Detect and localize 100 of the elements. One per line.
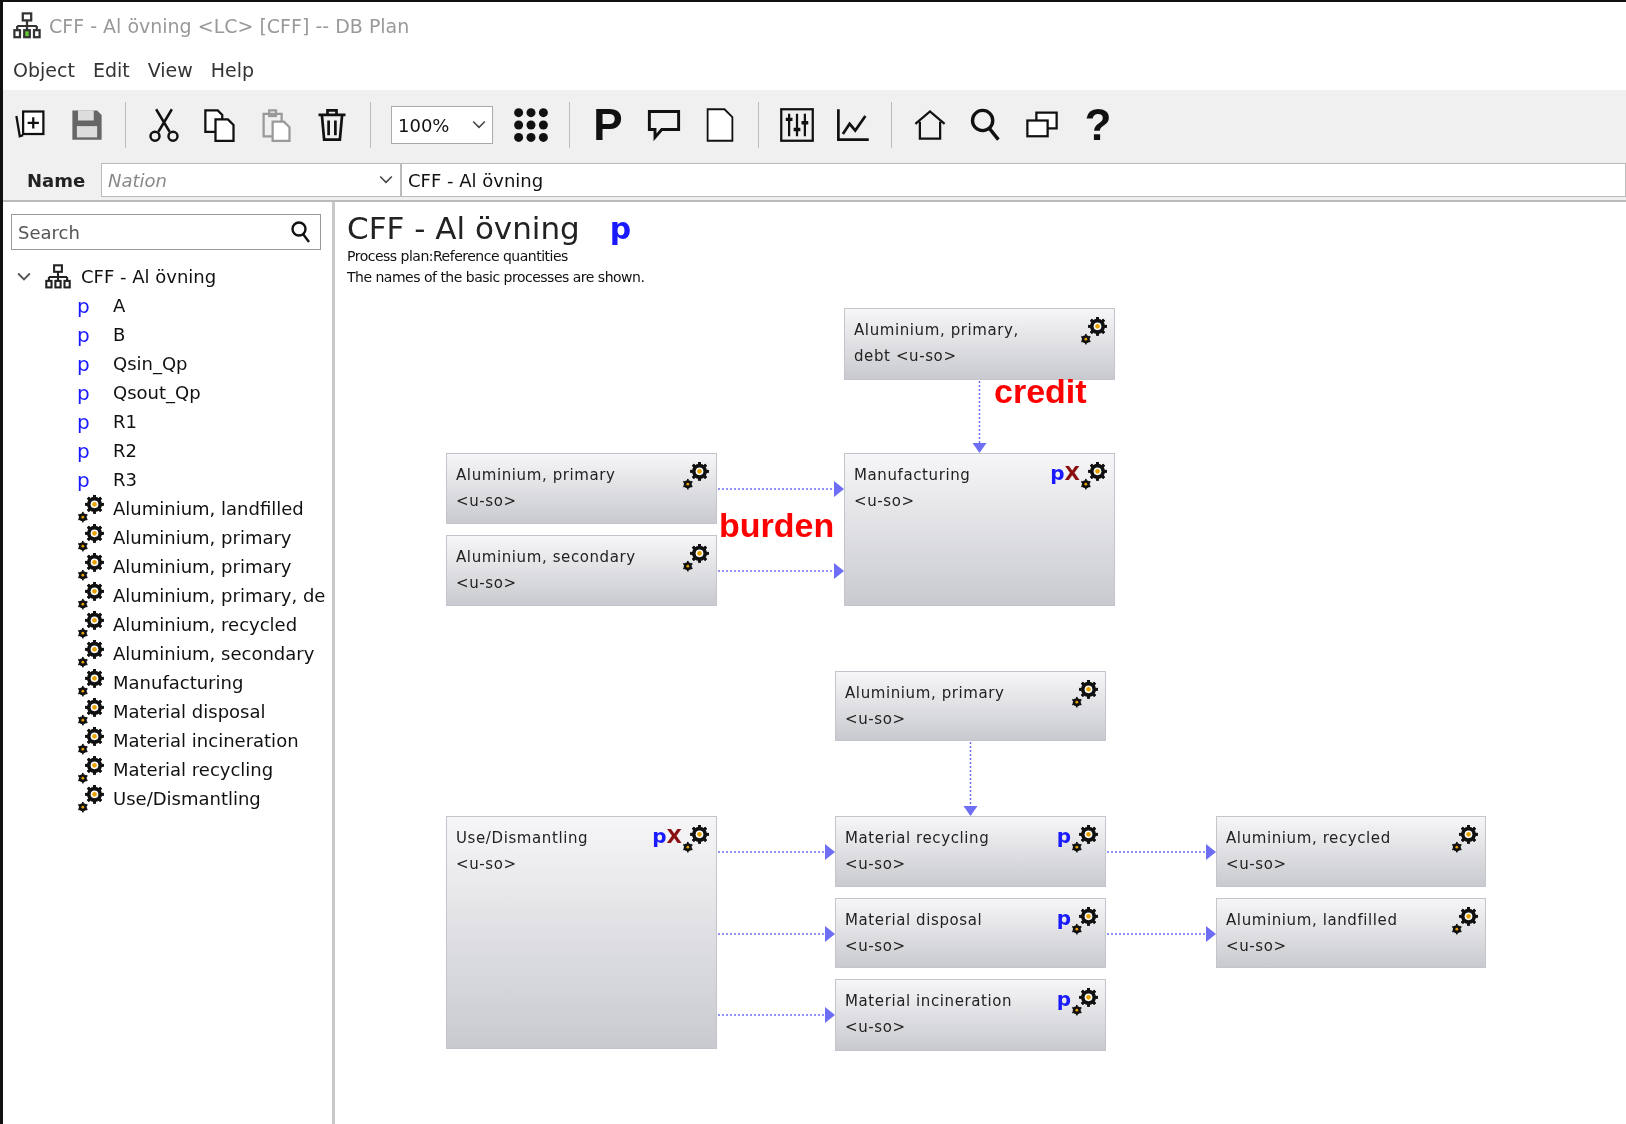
tree-item[interactable]: Material incineration — [113, 730, 299, 751]
gears-icon — [682, 825, 710, 853]
node-marker: p — [652, 825, 667, 847]
plan-description: Process plan:Reference quantities — [347, 247, 569, 266]
process-node[interactable]: Material incineration <u-so> p — [835, 979, 1106, 1051]
gears-icon — [1071, 680, 1099, 708]
hierarchy-icon — [45, 263, 71, 290]
search-icon[interactable] — [289, 220, 313, 244]
comment-icon[interactable] — [646, 107, 682, 143]
tree-item[interactable]: Aluminium, secondary — [113, 643, 315, 664]
gears-icon — [682, 544, 710, 572]
tree-item[interactable]: Aluminium, primary — [113, 527, 292, 548]
tree-item[interactable]: R2 — [113, 440, 137, 461]
node-text-line: Use/Dismantling — [456, 828, 589, 849]
node-text-line: <u-so> — [845, 936, 907, 957]
tree-item[interactable]: Aluminium, primary, de — [113, 585, 326, 606]
gears-icon — [77, 755, 105, 784]
gears-icon — [77, 494, 105, 523]
scissors-icon[interactable] — [146, 107, 182, 143]
process-node[interactable]: Aluminium, primary, debt <u-so> — [844, 308, 1115, 380]
menu-item[interactable]: Help — [208, 57, 267, 83]
menu-item[interactable]: Edit — [90, 57, 142, 83]
caret-icon[interactable] — [379, 175, 393, 185]
node-text-line: <u-so> — [845, 709, 907, 730]
node-text-line: Material recycling — [845, 828, 990, 849]
parameter-marker: p — [77, 322, 91, 347]
tree-item[interactable]: B — [113, 324, 126, 345]
node-text-line: Aluminium, primary — [845, 683, 1005, 704]
process-node[interactable]: Material disposal <u-so> p — [835, 898, 1106, 968]
parameter-marker: p — [77, 380, 91, 405]
node-marker: p — [1056, 825, 1071, 847]
hierarchy-icon — [13, 12, 41, 40]
menu-item[interactable]: View — [145, 57, 205, 83]
parameter-marker: p — [609, 211, 632, 246]
parameter-marker: p — [77, 293, 91, 318]
node-marker: X — [666, 825, 682, 847]
gears-icon — [1451, 907, 1479, 935]
caret-icon — [472, 120, 486, 130]
node-text-line: <u-so> — [456, 854, 518, 875]
tree-item[interactable]: Qsin_Qp — [113, 353, 188, 374]
gears-icon — [1071, 825, 1099, 853]
tree-item[interactable]: R3 — [113, 469, 137, 490]
process-node[interactable]: Material recycling <u-so> p — [835, 816, 1106, 887]
node-marker: p — [1050, 462, 1065, 484]
search-field[interactable]: Search — [11, 214, 321, 250]
node-text-line: Aluminium, secondary — [456, 547, 636, 568]
gears-icon — [77, 581, 105, 610]
process-node[interactable]: Aluminium, recycled <u-so> — [1216, 816, 1486, 887]
toolbar-button[interactable]: P — [590, 103, 626, 147]
copy-icon[interactable] — [202, 107, 238, 143]
parameter-marker: p — [77, 467, 91, 492]
tree-item[interactable]: Manufacturing — [113, 672, 244, 693]
tree-item[interactable]: Use/Dismantling — [113, 788, 261, 809]
tree-item[interactable]: R1 — [113, 411, 137, 432]
tree-item[interactable]: Aluminium, landfilled — [113, 498, 304, 519]
parameter-marker: p — [77, 351, 91, 376]
home-icon[interactable] — [912, 107, 948, 143]
node-text-line: Aluminium, landfilled — [1226, 910, 1398, 931]
node-text-line: <u-so> — [1226, 854, 1288, 875]
node-marker: X — [1064, 462, 1080, 484]
process-node[interactable]: Aluminium, landfilled <u-so> — [1216, 898, 1486, 968]
node-text-line: <u-so> — [456, 491, 518, 512]
toolbar-button[interactable]: ? — [1080, 103, 1116, 147]
process-node[interactable]: Manufacturing <u-so> pX — [844, 453, 1115, 606]
process-node[interactable]: Aluminium, secondary <u-so> — [446, 535, 717, 606]
name-field[interactable]: CFF - Al övning — [401, 163, 1626, 197]
tree-item[interactable]: CFF - Al övning — [81, 266, 217, 287]
gears-icon — [1071, 907, 1099, 935]
node-text-line: <u-so> — [845, 1017, 907, 1038]
gears-icon — [682, 462, 710, 490]
tree-item[interactable]: A — [113, 295, 126, 316]
node-text-line: Manufacturing — [854, 465, 971, 486]
window-title: CFF - Al övning <LC> [CFF] -- DB Plan — [49, 15, 410, 37]
node-text-line: Aluminium, primary, — [854, 320, 1019, 341]
tree-item[interactable]: Qsout_Qp — [113, 382, 201, 403]
gears-icon — [77, 726, 105, 755]
annotation-label: burden — [719, 508, 835, 542]
node-text-line: Aluminium, primary — [456, 465, 616, 486]
process-node[interactable]: Aluminium, primary <u-so> — [446, 453, 717, 524]
tree-item[interactable]: Material disposal — [113, 701, 266, 722]
save-icon[interactable] — [69, 107, 105, 143]
zoom-dropdown[interactable]: 100% — [391, 106, 493, 144]
node-marker: p — [1056, 988, 1071, 1010]
node-marker: p — [1056, 907, 1071, 929]
tree-item[interactable]: Material recycling — [113, 759, 274, 780]
dot-grid-icon[interactable] — [513, 107, 549, 143]
parameter-marker: p — [77, 409, 91, 434]
tree-item[interactable]: Aluminium, primary — [113, 556, 292, 577]
gears-icon — [1080, 462, 1108, 490]
type-dropdown[interactable]: Nation — [101, 163, 401, 197]
node-text-line: Material disposal — [845, 910, 983, 931]
process-node[interactable]: Aluminium, primary <u-so> — [835, 671, 1106, 741]
line-chart-icon[interactable] — [835, 107, 871, 143]
sliders-icon[interactable] — [779, 107, 815, 143]
process-node[interactable]: Use/Dismantling <u-so> pX — [446, 816, 717, 1049]
node-text-line: Material incineration — [845, 991, 1013, 1012]
plan-title: CFF - Al övning — [347, 210, 580, 246]
menu-item[interactable]: Object — [11, 57, 87, 83]
tree-item[interactable]: Aluminium, recycled — [113, 614, 298, 635]
gears-icon — [1451, 825, 1479, 853]
